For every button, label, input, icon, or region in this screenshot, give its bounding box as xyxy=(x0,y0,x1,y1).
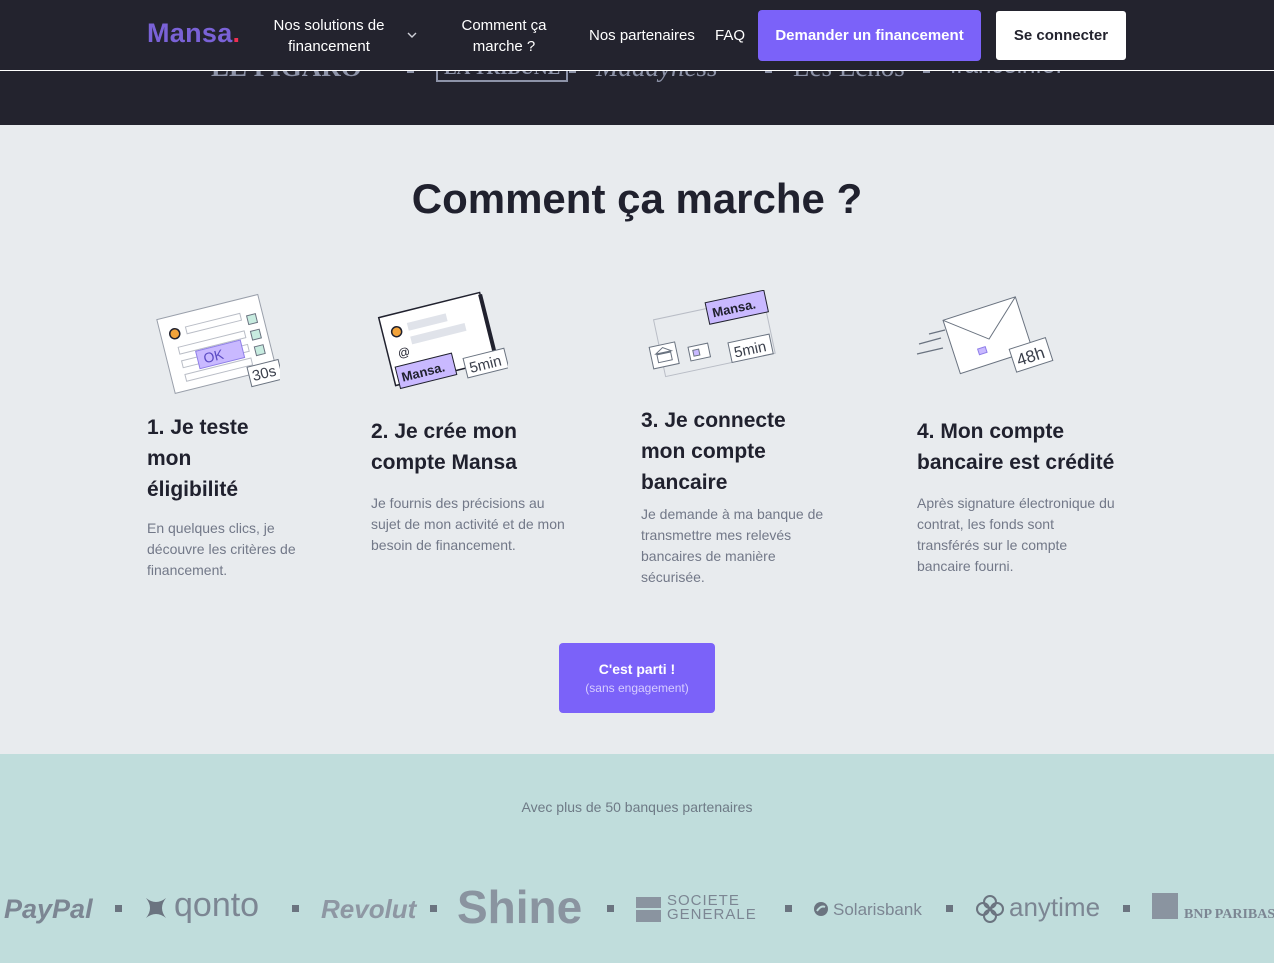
nav-solutions[interactable]: Nos solutions de financement xyxy=(268,15,390,57)
nav-partners[interactable]: Nos partenaires xyxy=(589,25,695,46)
step-description: Je demande à ma banque de transmettre me… xyxy=(641,506,824,585)
eligibility-checklist-icon: OK 30s xyxy=(156,293,280,394)
request-financing-button[interactable]: Demander un financement xyxy=(758,10,981,61)
login-button[interactable]: Se connecter xyxy=(995,10,1127,61)
bank-logo-solarisbank: Solarisbank xyxy=(833,900,922,919)
partner-banks-section: Avec plus de 50 banques partenaires PayP… xyxy=(0,754,1274,963)
step-description: Je fournis des précisions au sujet de mo… xyxy=(371,495,565,553)
step-title: 2. Je crée mon compte Mansa xyxy=(371,420,517,474)
bank-separator xyxy=(1123,905,1130,912)
step-title: 3. Je connecte mon compte bancaire xyxy=(641,409,786,494)
bank-separator xyxy=(607,905,614,912)
anytime-icon xyxy=(976,895,1004,923)
mansa-logo[interactable]: Mansa. xyxy=(147,18,240,49)
bank-separator xyxy=(430,905,437,912)
bank-logo-paypal: PayPal xyxy=(4,894,93,924)
bank-logo-bnp-paribas: BNP PARIBAS xyxy=(1184,907,1274,922)
bank-separator xyxy=(785,905,792,912)
step-title: 1. Je teste mon éligibilité xyxy=(147,416,249,501)
bank-logo-societe-generale: SOCIETE GENERALE xyxy=(667,892,757,923)
bank-separator xyxy=(946,905,953,912)
nav-how-it-works[interactable]: Comment ça marche ? xyxy=(448,15,560,57)
envelope-credit-icon: 48h xyxy=(916,296,1054,375)
bank-logo-qonto: qonto xyxy=(174,886,260,924)
qonto-icon xyxy=(146,898,166,918)
step-description: Après signature électronique du contrat,… xyxy=(917,495,1115,574)
how-it-works-title: Comment ça marche ? xyxy=(411,175,863,222)
step-title: 4. Mon compte bancaire est crédité xyxy=(917,420,1115,474)
bank-logo-anytime: anytime xyxy=(1009,892,1101,922)
societe-generale-icon xyxy=(636,897,661,922)
bank-logo-shine: Shine xyxy=(457,881,583,933)
get-started-sublabel: (sans engagement) xyxy=(585,681,689,695)
top-navbar: Mansa. Nos solutions de financement Comm… xyxy=(0,0,1274,71)
banks-caption: Avec plus de 50 banques partenaires xyxy=(521,799,753,815)
account-creation-icon: @ Mansa. 5min xyxy=(377,291,508,390)
nav-faq[interactable]: FAQ xyxy=(715,25,745,46)
bank-separator xyxy=(292,905,299,912)
bank-logo-revolut: Revolut xyxy=(321,894,417,924)
get-started-label: C'est parti ! xyxy=(598,661,676,677)
bank-connection-icon: Mansa. 5min xyxy=(648,290,776,378)
bank-separator xyxy=(115,905,122,912)
solarisbank-icon xyxy=(814,902,828,916)
bnp-paribas-icon xyxy=(1152,893,1178,919)
chevron-down-icon[interactable] xyxy=(405,28,419,42)
step-description: En quelques clics, je découvre les critè… xyxy=(147,520,296,578)
get-started-button[interactable]: C'est parti ! (sans engagement) xyxy=(559,643,715,713)
